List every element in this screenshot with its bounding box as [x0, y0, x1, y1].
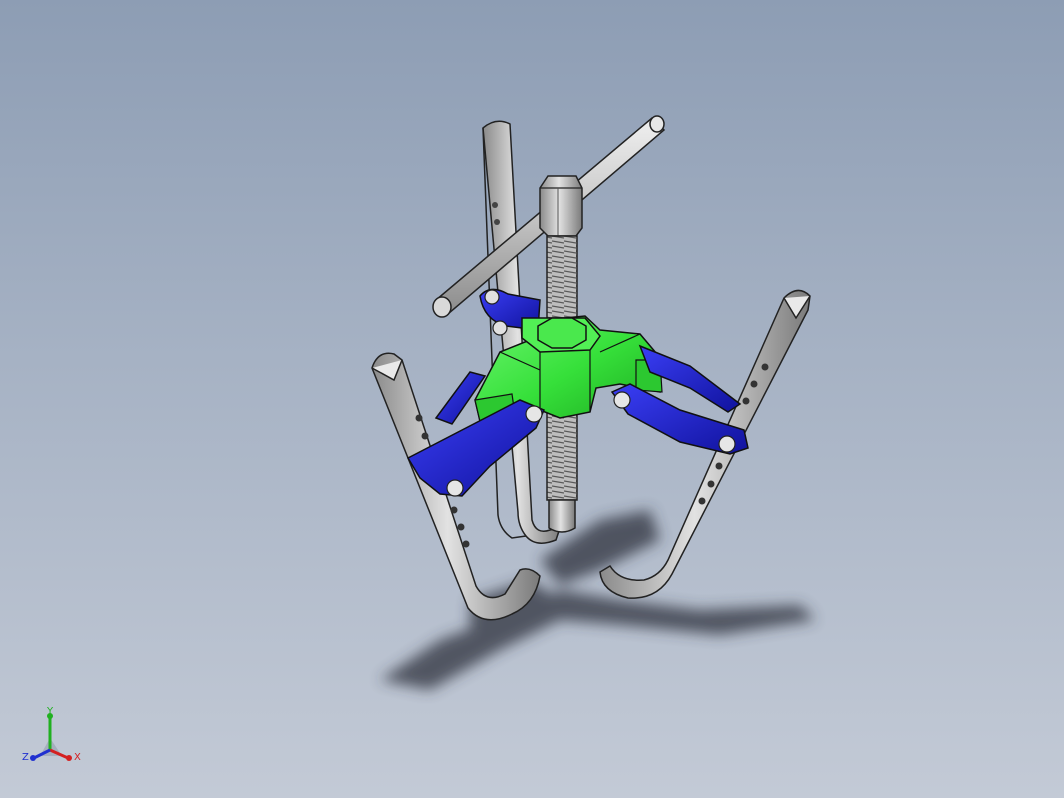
y-axis-label: Y [46, 706, 54, 717]
x-axis-label: X [74, 752, 81, 763]
graphics-viewport[interactable]: Y X Z [0, 0, 1064, 798]
hex-head-screw [539, 175, 583, 237]
z-axis-label: Z [22, 752, 29, 763]
coordinate-triad: Y X Z [22, 706, 81, 763]
model-scene[interactable] [0, 0, 1064, 798]
